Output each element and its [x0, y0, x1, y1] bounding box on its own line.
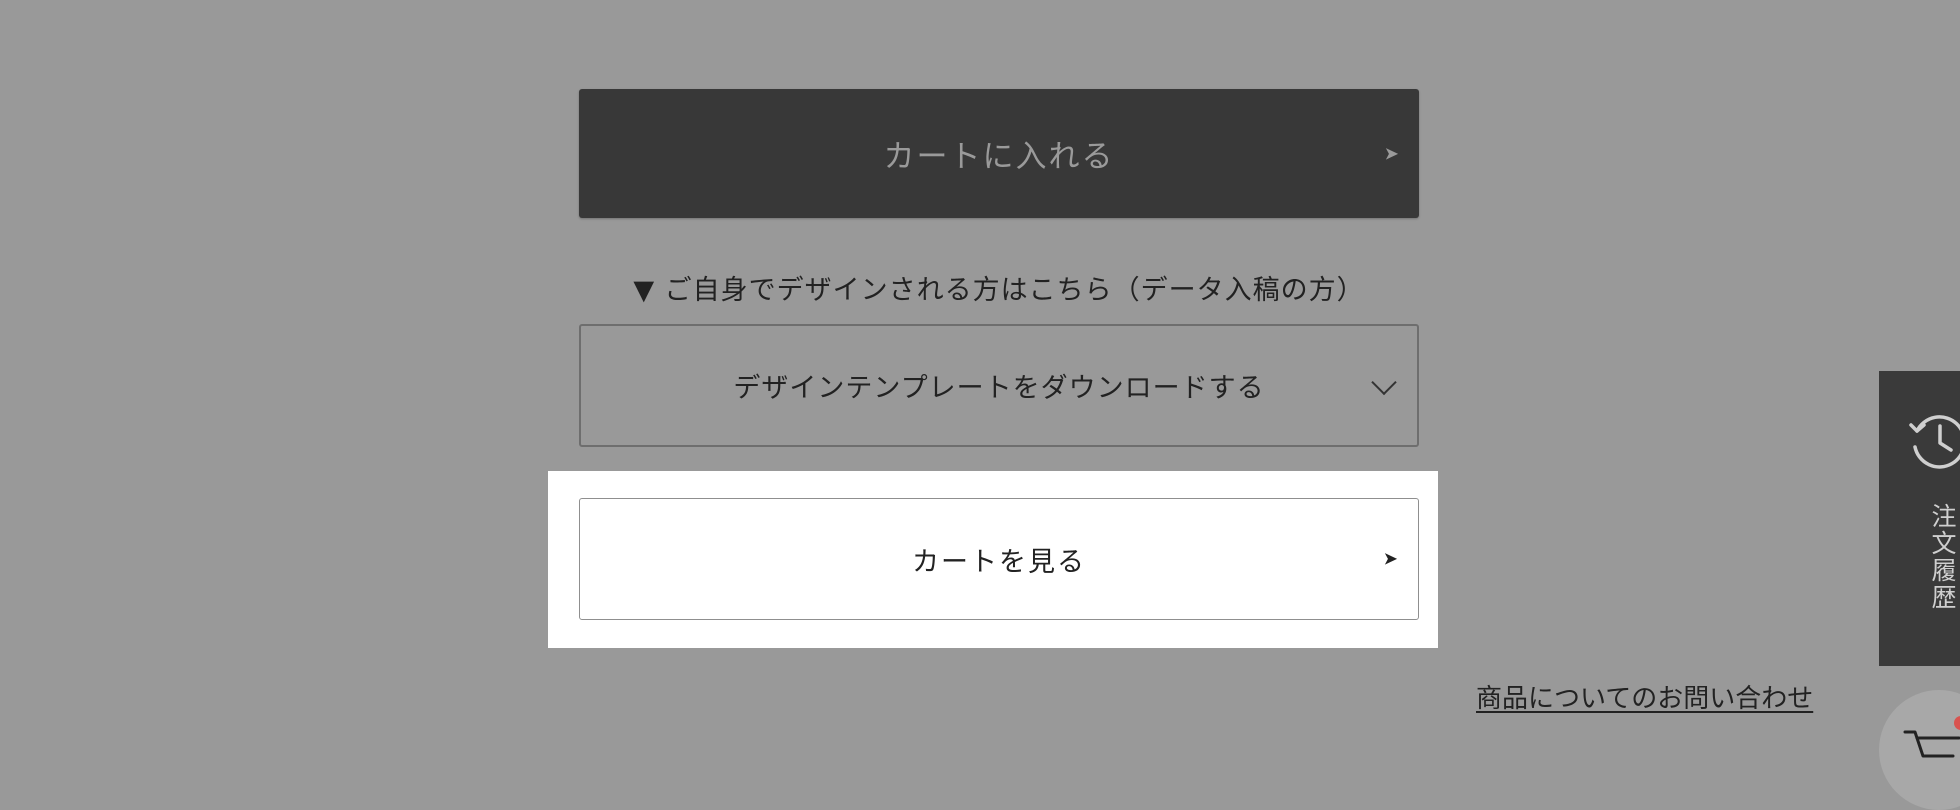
history-clock-icon: [1907, 411, 1960, 477]
template-download-toggle[interactable]: デザインテンプレートをダウンロードする: [579, 324, 1419, 447]
view-cart-label: カートを見る: [912, 546, 1086, 578]
view-cart-button[interactable]: カートを見る ➤: [579, 498, 1419, 620]
cart-icon: [1903, 726, 1960, 770]
order-history-tab[interactable]: 注文履歴: [1879, 371, 1960, 666]
design-data-note: ▼ ご自身でデザインされる方はこちら（データ入稿の方）: [633, 275, 1365, 306]
arrow-right-icon: ➤: [1383, 143, 1399, 164]
product-inquiry-link[interactable]: 商品についてのお問い合わせ: [1476, 678, 1813, 715]
template-download-label: デザインテンプレートをダウンロードする: [733, 373, 1265, 404]
chevron-down-icon: [1371, 369, 1397, 395]
order-history-label: 注文履歴: [1928, 503, 1957, 611]
floating-cart-button[interactable]: [1879, 690, 1960, 810]
add-to-cart-button[interactable]: カートに入れる ➤: [579, 89, 1419, 218]
add-to-cart-label: カートに入れる: [883, 139, 1115, 175]
arrow-right-icon: ➤: [1382, 548, 1398, 570]
page-overlay: カートに入れる ➤ ▼ ご自身でデザインされる方はこちら（データ入稿の方） デザ…: [0, 0, 1960, 810]
